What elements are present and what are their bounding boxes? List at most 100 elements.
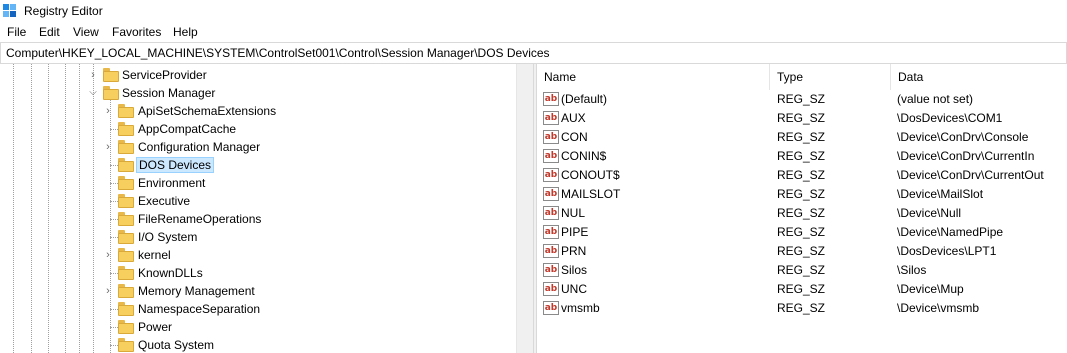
tree-item-label[interactable]: ApiSetSchemaExtensions — [136, 104, 278, 118]
value-name[interactable]: Silos — [561, 263, 587, 277]
tree-item-label[interactable]: Power — [136, 320, 174, 334]
value-row[interactable]: ab UNC REG_SZ \Device\Mup — [537, 280, 1067, 299]
value-name[interactable]: CONIN$ — [561, 149, 606, 163]
value-data: \Device\ConDrv\Console — [897, 130, 1029, 144]
tree-item-label[interactable]: Configuration Manager — [136, 140, 262, 154]
value-name[interactable]: vmsmb — [561, 301, 600, 315]
tree-item[interactable]: › Configuration Manager — [0, 138, 516, 156]
tree-item-label[interactable]: FileRenameOperations — [136, 212, 263, 226]
tree-item-label[interactable]: KnownDLLs — [136, 266, 205, 280]
value-data: \DosDevices\LPT1 — [897, 244, 997, 258]
tree-guide-line — [110, 201, 118, 202]
folder-icon — [118, 104, 134, 118]
tree-guide-line — [110, 183, 118, 184]
tree-item-label[interactable]: Environment — [136, 176, 207, 190]
address-path[interactable]: Computer\HKEY_LOCAL_MACHINE\SYSTEM\Contr… — [6, 46, 550, 60]
tree-item[interactable]: Executive — [0, 192, 516, 210]
tree-item[interactable]: ⌵ Session Manager — [0, 84, 516, 102]
tree-item-label[interactable]: Session Manager — [120, 86, 217, 100]
tree-item[interactable]: FileRenameOperations — [0, 210, 516, 228]
column-header-label: Type — [777, 70, 804, 84]
chevron-right-icon[interactable]: › — [102, 140, 114, 154]
string-value-icon: ab — [543, 130, 559, 144]
tree-item[interactable]: KnownDLLs — [0, 264, 516, 282]
column-header-label: Name — [544, 70, 577, 84]
value-row[interactable]: ab CONIN$ REG_SZ \Device\ConDrv\CurrentIn — [537, 147, 1067, 166]
tree-item-label[interactable]: ServiceProvider — [120, 68, 209, 82]
value-row[interactable]: ab AUX REG_SZ \DosDevices\COM1 — [537, 109, 1067, 128]
menu-file[interactable]: File — [7, 25, 26, 39]
value-row[interactable]: ab vmsmb REG_SZ \Device\vmsmb — [537, 299, 1067, 318]
tree-item[interactable]: › ApiSetSchemaExtensions — [0, 102, 516, 120]
tree-scrollbar[interactable] — [516, 64, 533, 353]
tree-item[interactable]: Environment — [0, 174, 516, 192]
value-row[interactable]: ab Silos REG_SZ \Silos — [537, 261, 1067, 280]
chevron-right-icon[interactable]: › — [102, 104, 114, 118]
tree-item[interactable]: › Memory Management — [0, 282, 516, 300]
value-name[interactable]: MAILSLOT — [561, 187, 620, 201]
folder-icon — [118, 140, 134, 154]
tree-item[interactable]: Quota System — [0, 336, 516, 353]
value-row[interactable]: ab CON REG_SZ \Device\ConDrv\Console — [537, 128, 1067, 147]
value-name[interactable]: UNC — [561, 282, 587, 296]
value-data: \DosDevices\COM1 — [897, 111, 1003, 125]
chevron-right-icon[interactable]: › — [87, 68, 99, 82]
tree-item-label[interactable]: AppCompatCache — [136, 122, 238, 136]
tree-item[interactable]: › ServiceProvider — [0, 66, 516, 84]
value-data: \Device\MailSlot — [897, 187, 984, 201]
tree-item[interactable]: NamespaceSeparation — [0, 300, 516, 318]
chevron-right-icon[interactable]: › — [102, 248, 114, 262]
string-value-icon: ab — [543, 168, 559, 182]
column-header-type[interactable]: Type — [770, 64, 891, 90]
menu-edit[interactable]: Edit — [39, 25, 60, 39]
value-name[interactable]: (Default) — [561, 92, 607, 106]
value-row[interactable]: ab (Default) REG_SZ (value not set) — [537, 90, 1067, 109]
menu-view[interactable]: View — [73, 25, 99, 39]
tree-item[interactable]: Power — [0, 318, 516, 336]
tree-item-label[interactable]: Quota System — [136, 338, 216, 352]
tree-item[interactable]: AppCompatCache — [0, 120, 516, 138]
address-bar[interactable]: Computer\HKEY_LOCAL_MACHINE\SYSTEM\Contr… — [0, 42, 1067, 64]
value-name[interactable]: PRN — [561, 244, 586, 258]
value-name[interactable]: AUX — [561, 111, 586, 125]
folder-icon — [118, 212, 134, 226]
folder-icon — [118, 302, 134, 316]
tree-item[interactable]: › kernel — [0, 246, 516, 264]
string-value-icon: ab — [543, 206, 559, 220]
value-name[interactable]: CON — [561, 130, 588, 144]
tree-item-label[interactable]: Executive — [136, 194, 192, 208]
menu-favorites[interactable]: Favorites — [112, 25, 161, 39]
value-row[interactable]: ab CONOUT$ REG_SZ \Device\ConDrv\CurrentOut — [537, 166, 1067, 185]
value-name[interactable]: CONOUT$ — [561, 168, 620, 182]
tree-item[interactable]: DOS Devices — [0, 156, 516, 174]
values-list-pane[interactable]: Name Type Data ab (Default) REG_SZ (value n… — [537, 64, 1067, 353]
value-name[interactable]: PIPE — [561, 225, 588, 239]
tree-item-label[interactable]: Memory Management — [136, 284, 257, 298]
menu-help[interactable]: Help — [173, 25, 198, 39]
tree-item[interactable]: I/O System — [0, 228, 516, 246]
folder-icon — [118, 266, 134, 280]
tree-item-label[interactable]: NamespaceSeparation — [136, 302, 262, 316]
tree-guide-line — [110, 345, 118, 346]
value-data: \Device\vmsmb — [897, 301, 980, 315]
menu-bar: File Edit View Favorites Help — [0, 22, 1067, 42]
tree-item-label-selected[interactable]: DOS Devices — [136, 157, 215, 173]
tree-item-label[interactable]: I/O System — [136, 230, 199, 244]
chevron-right-icon[interactable]: › — [102, 284, 114, 298]
tree-item-label[interactable]: kernel — [136, 248, 173, 262]
string-value-icon: ab — [543, 111, 559, 125]
value-row[interactable]: ab MAILSLOT REG_SZ \Device\MailSlot — [537, 185, 1067, 204]
column-header-name[interactable]: Name — [537, 64, 770, 90]
value-name[interactable]: NUL — [561, 206, 585, 220]
value-data: \Device\ConDrv\CurrentIn — [897, 149, 1035, 163]
tree-pane[interactable]: › ServiceProvider ⌵ Session Manager › ApiSetS… — [0, 64, 532, 353]
value-row[interactable]: ab PIPE REG_SZ \Device\NamedPipe — [537, 223, 1067, 242]
folder-icon — [118, 230, 134, 244]
window-title: Registry Editor — [24, 4, 103, 18]
folder-icon — [103, 86, 119, 100]
value-row[interactable]: ab PRN REG_SZ \DosDevices\LPT1 — [537, 242, 1067, 261]
value-row[interactable]: ab NUL REG_SZ \Device\Null — [537, 204, 1067, 223]
chevron-down-icon[interactable]: ⌵ — [87, 86, 99, 100]
string-value-icon: ab — [543, 149, 559, 163]
column-header-data[interactable]: Data — [891, 64, 1067, 90]
